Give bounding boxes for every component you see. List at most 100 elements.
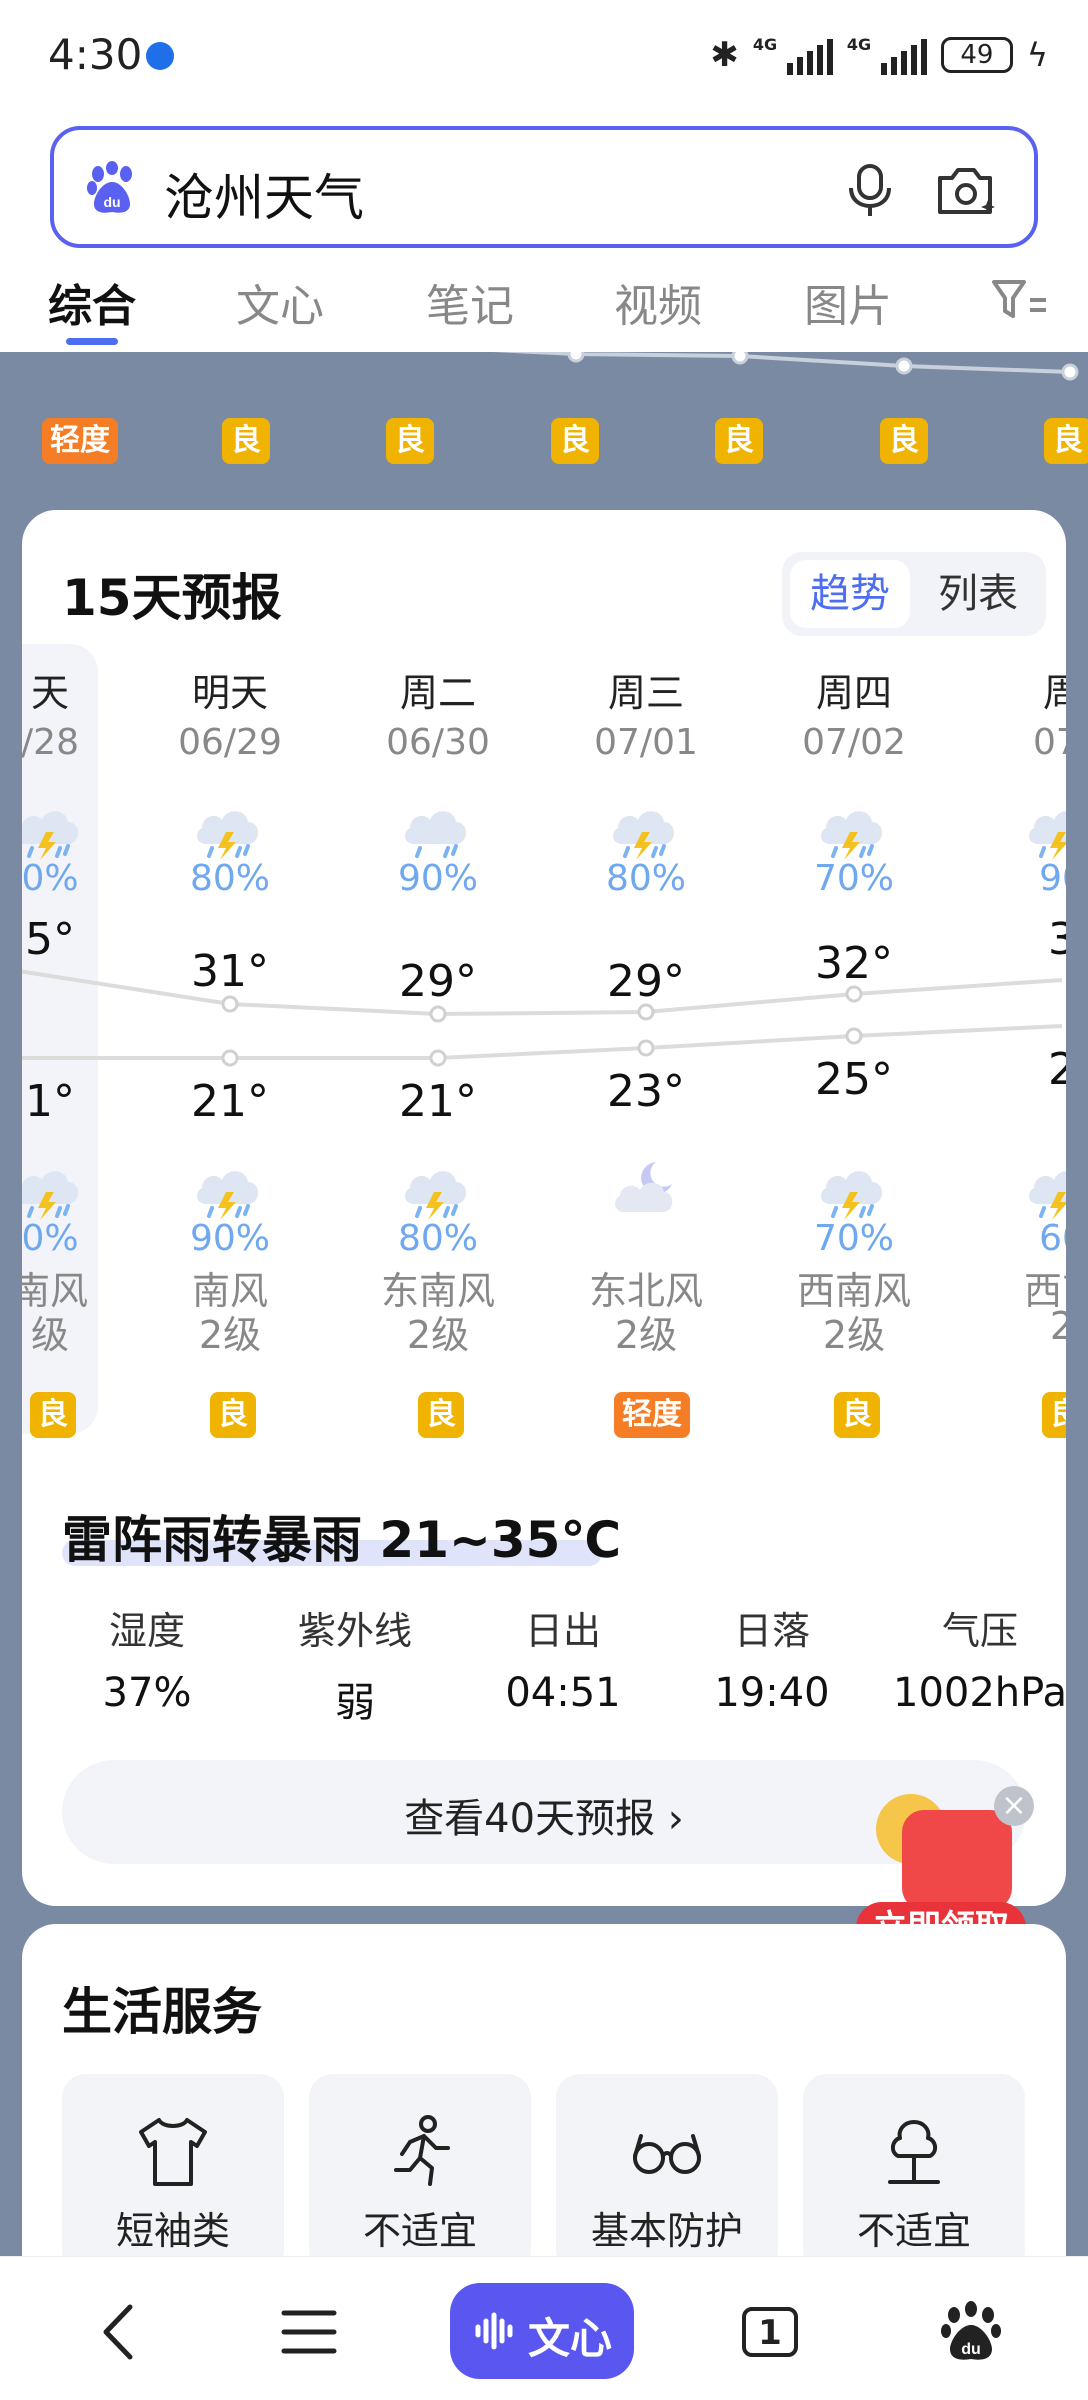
thunderstorm-icon — [190, 1152, 270, 1222]
wind-level: 2 — [1049, 1304, 1066, 1348]
glasses-icon — [633, 2134, 701, 2174]
search-input[interactable]: 沧州天气 — [164, 158, 364, 230]
search-box[interactable]: du 沧州天气 — [50, 126, 1038, 248]
tab-comprehensive[interactable]: 综合 — [48, 270, 136, 334]
thunderstorm-icon — [606, 792, 686, 862]
forecast-date-label: 06/29 — [178, 722, 282, 763]
weather-summary: 雷阵雨转暴雨 21~35℃ — [62, 1511, 622, 1569]
red-packet-icon — [902, 1810, 1012, 1910]
status-icons: ✱ 4G 4G 49 ϟ — [710, 32, 1048, 78]
tshirt-icon — [139, 2118, 207, 2186]
aqi-badge: 良 — [418, 1392, 464, 1438]
tab-wenxin[interactable]: 文心 — [236, 270, 324, 334]
voice-wave-icon — [475, 2312, 513, 2350]
aqi-badge: 良 — [834, 1392, 880, 1438]
battery-icon: 49 — [940, 37, 1013, 73]
menu-icon[interactable] — [274, 2297, 344, 2367]
service-clothing[interactable]: 短袖类 — [62, 2074, 284, 2274]
tab-videos[interactable]: 视频 — [614, 270, 702, 334]
tab-images[interactable]: 图片 — [804, 270, 892, 334]
tab-count-icon[interactable]: 1 — [742, 2307, 798, 2357]
cloudy-night-icon — [606, 1152, 686, 1222]
high-temp: 31° — [191, 946, 269, 997]
signal-icon: 4G — [847, 35, 927, 75]
wind-level: 2级 — [406, 1313, 470, 1357]
forecast-day-label: 周二 — [399, 671, 476, 715]
aqi-badge: 良 — [1042, 1392, 1066, 1438]
service-label: 基本防护 — [590, 2209, 743, 2253]
search-tabs: 综合 文心 笔记 视频 图片 — [0, 260, 1088, 352]
thunderstorm-icon — [190, 792, 270, 862]
aqi-badge: 良 — [210, 1392, 256, 1438]
humidity-label: 湿度 — [108, 1609, 185, 1653]
low-temp: 2 — [1048, 1044, 1066, 1095]
high-temp: 32° — [815, 938, 893, 989]
aqi-badge: 轻度 — [42, 418, 118, 464]
rain-icon — [398, 792, 478, 862]
sunset-value: 19:40 — [714, 1670, 830, 1716]
service-label: 不适宜 — [856, 2209, 971, 2253]
baidu-paw-icon: du — [87, 161, 132, 213]
low-temp: 23° — [607, 1066, 685, 1117]
thunderstorm-icon — [814, 1152, 894, 1222]
aqi-badge: 良 — [715, 418, 763, 464]
charging-icon: ϟ — [1026, 36, 1048, 74]
wind-level: 2级 — [198, 1313, 262, 1357]
forecast-day-label: 周四 — [815, 671, 892, 715]
uv-value: 弱 — [335, 1680, 375, 1726]
high-temp: 3 — [1048, 914, 1066, 965]
low-temp: 1° — [25, 1076, 75, 1127]
wind-level: 2级 — [614, 1313, 678, 1357]
forecast-day-label: 周 — [1042, 671, 1066, 715]
back-icon[interactable] — [86, 2297, 156, 2367]
promo-close-icon[interactable]: × — [994, 1786, 1034, 1826]
aqi-badge: 良 — [1044, 418, 1088, 464]
baidu-home-icon[interactable]: du — [936, 2297, 1006, 2367]
aqi-badge: 良 — [30, 1392, 76, 1438]
low-temp: 21° — [191, 1076, 269, 1127]
camera-search-icon[interactable] — [934, 160, 1000, 220]
forecast-card: 15天预报 趋势 列表 天/28 0% 5° 1° 0% 南风级良明天 06/29 80% 31… — [22, 510, 1066, 1906]
service-outdoor[interactable]: 不适宜 — [803, 2074, 1025, 2274]
aqi-badge: 良 — [551, 418, 599, 464]
high-temp: 29° — [607, 956, 685, 1007]
precip-probability-night: 70% — [813, 1218, 894, 1259]
aqi-badge: 良 — [222, 418, 270, 464]
low-temp: 25° — [815, 1054, 893, 1105]
temperature-trend-chart — [22, 969, 1063, 1067]
pressure-label: 气压 — [941, 1609, 1018, 1653]
microphone-icon[interactable] — [840, 160, 900, 220]
thunderstorm-icon — [814, 792, 894, 862]
forecast-day-label: 明天 — [191, 671, 268, 715]
wenxin-button[interactable]: 文心 — [450, 2283, 634, 2379]
filter-icon[interactable] — [990, 276, 1050, 326]
tab-notes[interactable]: 笔记 — [426, 270, 514, 334]
precip-probability-night: 0% — [22, 1218, 79, 1259]
wind-level: 2级 — [822, 1313, 886, 1357]
precip-probability-day: 0% — [22, 858, 79, 899]
thunderstorm-icon — [398, 1152, 478, 1222]
forecast-date-label: /28 — [22, 722, 79, 763]
service-exercise[interactable]: 不适宜 — [309, 2074, 531, 2274]
precip-probability-night: 80% — [397, 1218, 478, 1259]
svg-text:du: du — [961, 2341, 981, 2358]
bottom-navigation: 文心 1 du — [0, 2256, 1088, 2400]
high-temp: 5° — [25, 914, 75, 965]
precip-probability-day: 80% — [189, 858, 270, 899]
service-protection[interactable]: 基本防护 — [556, 2074, 778, 2274]
running-icon — [394, 2115, 450, 2186]
signal-icon: 4G — [753, 35, 833, 75]
status-time: 4:30 — [48, 30, 143, 79]
sunrise-label: 日出 — [524, 1609, 601, 1653]
thunderstorm-icon — [22, 792, 90, 862]
forecast-date-label: 07/01 — [594, 722, 698, 763]
pressure-value: 1002hPa — [893, 1670, 1066, 1716]
forecast-date-label: 06/30 — [386, 722, 490, 763]
aqi-badge: 轻度 — [614, 1392, 690, 1438]
wind-level: 级 — [30, 1313, 69, 1357]
location-indicator-icon — [146, 42, 174, 70]
svg-text:du: du — [103, 194, 120, 210]
precip-probability-day: 90% — [397, 858, 478, 899]
forecast-date-label: 07/02 — [802, 722, 906, 763]
forecast-date-label: 07/ — [1033, 722, 1066, 763]
